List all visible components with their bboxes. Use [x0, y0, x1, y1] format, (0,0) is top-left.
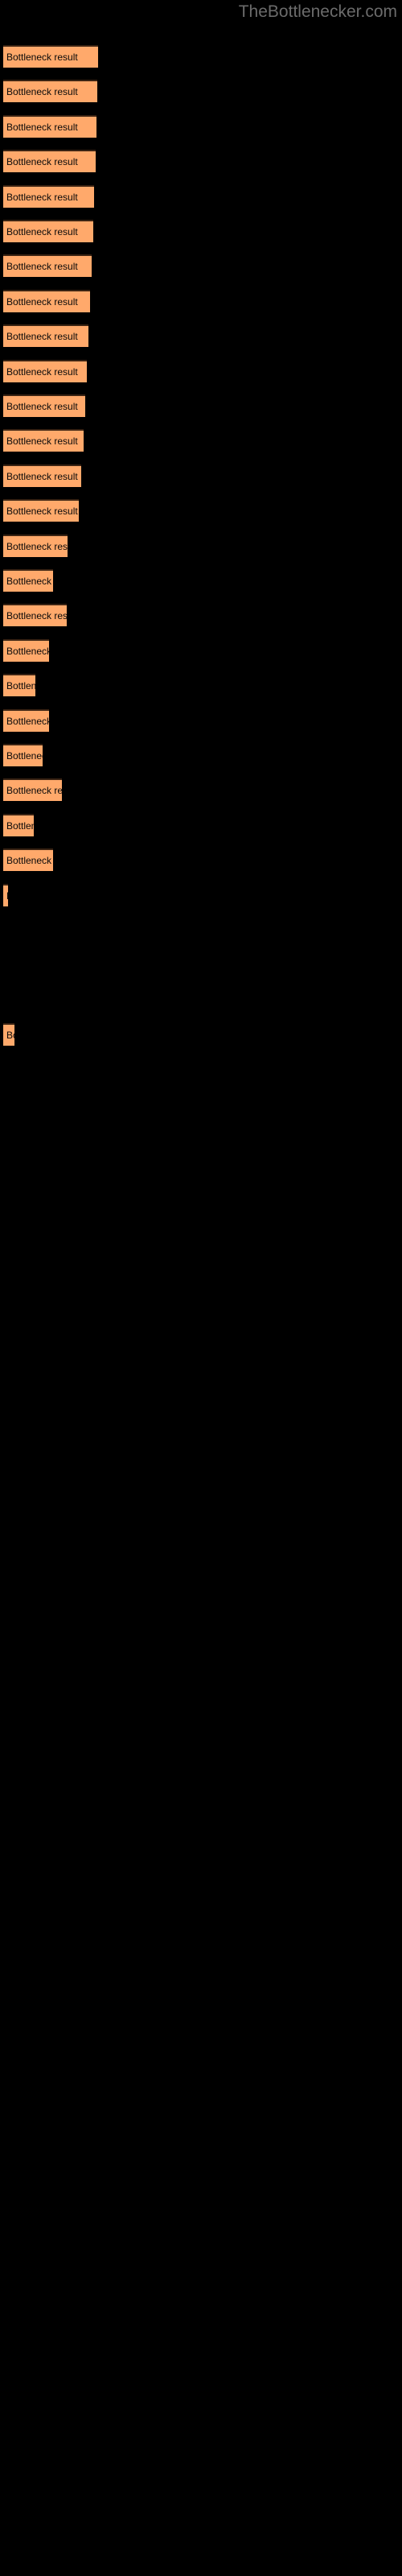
bar-chart-bar[interactable]: Bottleneck result [3, 184, 94, 208]
bar-chart-bar[interactable]: Bottleneck result [3, 604, 67, 627]
bar-label: Bottleneck result [6, 680, 35, 692]
bar-label: Bottleneck result [6, 436, 78, 448]
bar-chart-bar[interactable]: Bottleneck result [3, 638, 49, 662]
bar-chart-bar[interactable]: Bottleneck result [3, 394, 85, 417]
bar-chart-bar[interactable]: Bottleneck result [3, 708, 49, 732]
bar-label: Bottleneck result [6, 715, 49, 727]
bar-label: Bottleneck result [6, 576, 53, 587]
bar-chart: Bottleneck result Bottleneck result Bottle… [0, 0, 402, 2576]
bar-label: Bottleneck result [6, 331, 78, 343]
bar-label: Bottleneck result [6, 819, 34, 832]
bar-chart-bar[interactable]: Bottleneck result [3, 569, 53, 592]
bar-chart-bar[interactable]: Bottleneck result [3, 883, 8, 906]
bar-chart-bar[interactable]: Bottleneck result [3, 289, 90, 312]
bar-chart-bar[interactable]: Bottleneck result [3, 848, 53, 872]
chart-page: TheBottlenecker.com Bottleneck result Bot… [0, 0, 402, 2576]
bar-label: Bottleneck result [6, 610, 67, 622]
bar-chart-bar[interactable]: Bottleneck result [3, 813, 34, 836]
bar-label: Bottleneck result [6, 855, 53, 867]
bar-chart-bar[interactable]: Bottleneck result [3, 534, 68, 557]
bar-label: Bottleneck result [6, 785, 62, 797]
bar-label: Bottleneck result [6, 261, 78, 273]
bar-label: Bottleneck result [6, 506, 78, 518]
bar-label: Bottleneck result [6, 470, 78, 482]
bar-chart-bar[interactable]: Bottleneck result [3, 80, 97, 103]
bar-label: Bottleneck result [6, 86, 78, 98]
bar-chart-bar[interactable]: Bottleneck result [3, 778, 62, 802]
bar-label: Bottleneck result [6, 52, 78, 63]
bar-label: Bottleneck result [6, 156, 78, 168]
bar-chart-bar[interactable]: Bottleneck result [3, 359, 87, 382]
bar-label: Bottleneck result [6, 295, 78, 308]
bar-label: Bottleneck result [6, 750, 43, 762]
bar-chart-bar[interactable]: Bottleneck result [3, 114, 96, 138]
bar-chart-bar[interactable]: Bottleneck result [3, 464, 81, 487]
bar-label: Bottleneck result [6, 365, 78, 378]
bar-chart-bar[interactable]: Bottleneck result [3, 45, 98, 68]
bar-chart-bar[interactable]: Bottleneck result [3, 150, 96, 173]
bar-chart-bar[interactable]: Bottleneck result [3, 674, 35, 697]
bar-label: Bottleneck result [6, 645, 49, 657]
bar-label: Bottleneck result [6, 226, 78, 237]
bar-label: Bottleneck result [6, 890, 8, 902]
bar-chart-bar[interactable]: Bottleneck result [3, 744, 43, 766]
bar-label: Bottleneck result [6, 1030, 14, 1042]
bar-chart-bar[interactable]: Bottleneck result [3, 1023, 14, 1046]
bar-chart-bar[interactable]: Bottleneck result [3, 220, 93, 242]
bar-chart-bar[interactable]: Bottleneck result [3, 254, 92, 278]
bar-label: Bottleneck result [6, 540, 68, 552]
bar-chart-bar[interactable]: Bottleneck result [3, 324, 88, 348]
bar-chart-bar[interactable]: Bottleneck result [3, 429, 84, 452]
bar-label: Bottleneck result [6, 401, 78, 412]
bar-label: Bottleneck result [6, 191, 78, 203]
bar-label: Bottleneck result [6, 121, 78, 133]
bar-chart-bar[interactable]: Bottleneck result [3, 499, 79, 522]
